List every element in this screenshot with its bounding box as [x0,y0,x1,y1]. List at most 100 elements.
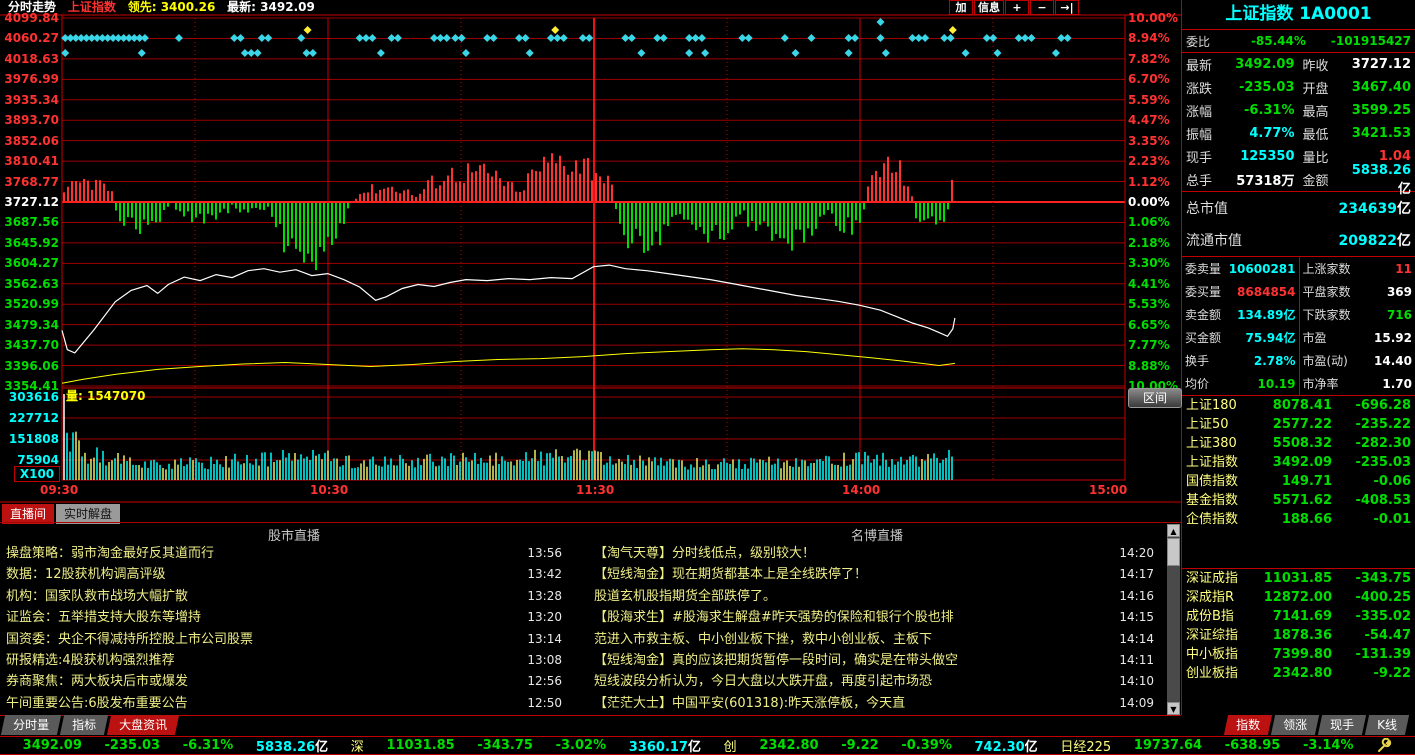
news-item-row: 数据：12股获机构调高评级13:42 [6,564,562,585]
live-news-panel: 直播间实时解盘 股市直播 名博直播 操盘策略：弱市淘金最好反其道而行13:56数… [0,503,1181,716]
scrollbar-thumb[interactable] [1167,538,1180,566]
news-item-row: 券商聚焦：两大板块后市或爆发12:56 [6,671,562,692]
bottom-tab-1[interactable]: 指标 [60,715,108,735]
bottom-right-tab-3[interactable]: K线 [1365,715,1409,735]
index-name: 上证指数 [1186,453,1262,472]
stat-row: 委买量8684854 [1182,280,1299,303]
quote-row: 涨幅-6.31%最高3599.25 [1182,99,1415,122]
intraday-chart-zone: 分时走势 上证指数 领先: 3400.26 最新: 3492.09 加信息+−→… [0,0,1181,503]
bottom-right-tab-2[interactable]: 现手 [1318,715,1366,735]
index-row[interactable]: 深成指R12872.00-400.25 [1182,588,1415,607]
index-row[interactable]: 上证3805508.32-282.30 [1182,434,1415,453]
bottom-right-tab-0[interactable]: 指数 [1224,715,1272,735]
volume-readout: 量: 1547070 [66,387,145,404]
news-list-market: 操盘策略：弱市淘金最好反其道而行13:56数据：12股获机构调高评级13:42机… [6,543,562,713]
stat-label: 均价 [1185,375,1209,392]
news-tab-0[interactable]: 直播间 [2,504,54,524]
index-row[interactable]: 企债指数188.66-0.01 [1182,510,1415,529]
cap-unit: 亿 [1397,233,1411,249]
index-change: -282.30 [1332,434,1411,453]
bottom-tab-2[interactable]: 大盘资讯 [107,715,179,735]
news-item-time: 13:08 [518,650,562,671]
index-row[interactable]: 深证综指1878.36-54.47 [1182,626,1415,645]
stat-value: 14.40 [1348,354,1412,368]
news-item-time: 13:14 [518,629,562,650]
news-item-text[interactable]: 机构：国家队救市战场大幅扩散 [6,586,518,607]
news-right-title: 名博直播 [592,525,1162,544]
settings-wrench-icon[interactable] [1376,738,1392,754]
stat-label: 下跌家数 [1303,306,1351,323]
blog-item-text[interactable]: 【短线淘金】现在期货都基本上是全线跌停了！ [594,564,1110,585]
index-change: -235.22 [1332,415,1411,434]
bottom-tab-label: 大盘资讯 [119,716,167,733]
bottom-tabs-left: 分时量指标大盘资讯 [0,718,177,732]
index-row[interactable]: 上证1808078.41-696.28 [1182,396,1415,415]
cap-value: 234639亿 [1339,198,1411,218]
news-item-time: 13:42 [518,564,562,585]
pct-axis-label: 7.82% [1128,52,1180,66]
index-row[interactable]: 深证成指11031.85-343.75 [1182,569,1415,588]
index-row[interactable]: 成份B指7141.69-335.02 [1182,607,1415,626]
index-row[interactable]: 国债指数149.71-0.06 [1182,472,1415,491]
index-row[interactable]: 中小板指7399.80-131.39 [1182,645,1415,664]
bottom-tab-0[interactable]: 分时量 [1,715,61,735]
pct-axis-label: 6.70% [1128,72,1180,86]
news-item-text[interactable]: 国资委：央企不得减持所控股上市公司股票 [6,629,518,650]
pct-axis-label: 10.00% [1128,11,1180,25]
scroll-down-icon[interactable]: ▼ [1167,702,1180,715]
index-change: -696.28 [1332,396,1411,415]
index-name: 基金指数 [1186,491,1262,510]
index-row[interactable]: 上证指数3492.09-235.03 [1182,453,1415,472]
news-item-text[interactable]: 操盘策略：弱市淘金最好反其道而行 [6,543,518,564]
index-row[interactable]: 创业板指2342.80-9.22 [1182,664,1415,683]
index-row[interactable]: 上证502577.22-235.22 [1182,415,1415,434]
news-item-text[interactable]: 研报精选:4股获机构强烈推荐 [6,650,518,671]
pct-axis-label: 5.53% [1128,297,1180,311]
pct-axis-label: 7.77% [1128,338,1180,352]
quote-value: 3467.40 [1347,80,1412,95]
stat-value: 716 [1351,308,1412,322]
quote-value: -6.31% [1230,103,1295,118]
quote-label: 开盘 [1303,78,1347,97]
blog-item-text[interactable]: 短线波段分析认为，今日大盘以大跌开盘，再度引起市场恐 [594,671,1110,692]
blog-item-text[interactable]: 股道玄机股指期货全部跌停了。 [594,586,1110,607]
blog-item-row: 【淘气天尊】分时线低点，级别较大！14:20 [594,543,1154,564]
ticker-value: -235.03 [105,738,161,753]
news-item-time: 12:50 [518,693,562,713]
stat-label: 委买量 [1185,283,1221,300]
blog-item-row: 【股海求生】#股海求生解盘#昨天强势的保险和银行个股也排14:15 [594,607,1154,628]
volume-axis-label: 303616 [2,390,59,404]
price-axis-label: 3687.56 [2,215,59,229]
news-item-text[interactable]: 券商聚焦：两大板块后市或爆发 [6,671,518,692]
blog-item-text[interactable]: 范进入市救主板、中小创业板下挫，救中小创业板、主板下 [594,629,1110,650]
blog-item-time: 14:17 [1110,564,1154,585]
news-tab-1[interactable]: 实时解盘 [56,504,120,524]
index-row[interactable]: 基金指数5571.62-408.53 [1182,491,1415,510]
quote-panel-title: 上证指数 1A0001 [1182,0,1415,30]
news-item-text[interactable]: 午间重要公告:6股发布重要公告 [6,693,518,713]
stat-row: 市盈(动)14.40 [1300,349,1415,372]
news-scrollbar[interactable]: ▲ ▼ [1167,524,1180,715]
stat-row: 均价10.19 [1182,372,1299,395]
news-item-text[interactable]: 数据：12股获机构调高评级 [6,564,518,585]
stat-label: 市盈(动) [1303,352,1348,369]
bottom-right-tab-1[interactable]: 领涨 [1271,715,1319,735]
blog-item-text[interactable]: 【茫茫大士】中国平安(601318):昨天涨停板，今天直 [594,693,1110,713]
news-separator [0,522,1181,523]
news-item-row: 国资委：央企不得减持所控股上市公司股票13:14 [6,629,562,650]
scroll-up-icon[interactable]: ▲ [1167,524,1180,537]
intraday-chart-canvas[interactable] [0,0,1181,503]
stats-left-column: 委卖量10600281委买量8684854卖金额134.89亿买金额75.94亿… [1182,257,1299,395]
news-item-text[interactable]: 证监会：五举措支持大股东等增持 [6,607,518,628]
blog-item-text[interactable]: 【股海求生】#股海求生解盘#昨天强势的保险和银行个股也排 [594,607,1110,628]
stat-value: 11 [1351,262,1412,276]
blog-item-text[interactable]: 【淘气天尊】分时线低点，级别较大！ [594,543,1110,564]
blog-item-row: 短线波段分析认为，今日大盘以大跌开盘，再度引起市场恐14:10 [594,671,1154,692]
ticker-market-label: 深 [351,736,364,755]
news-item-time: 13:56 [518,543,562,564]
range-button[interactable]: 区间 [1128,388,1182,408]
stat-row: 市净率1.70 [1300,372,1415,395]
blog-item-text[interactable]: 【短线淘金】真的应该把期货暂停一段时间，确实是在带头做空 [594,650,1110,671]
quote-label: 总手 [1186,170,1230,189]
stat-value: 2.78% [1209,354,1295,368]
